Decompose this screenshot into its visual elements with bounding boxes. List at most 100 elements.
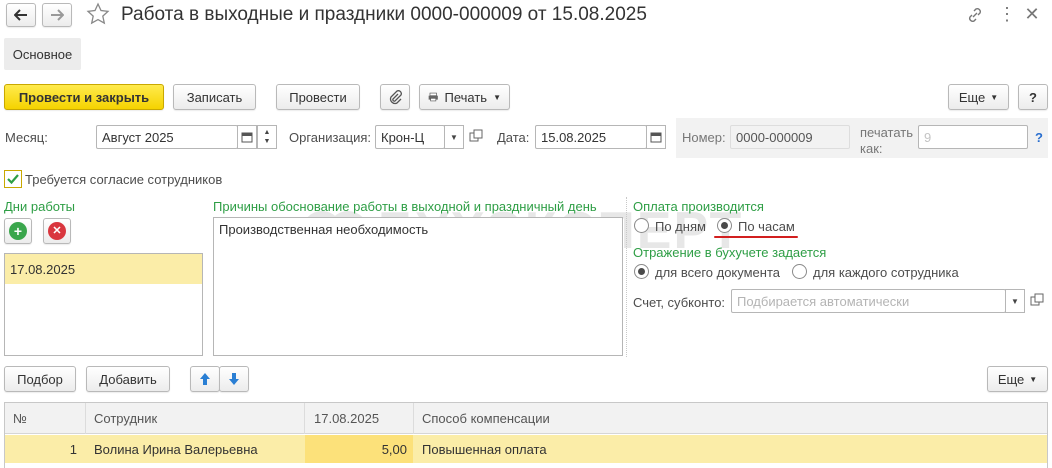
work-days-title: Дни работы [4, 199, 76, 214]
accounting-per-employee-label: для каждого сотрудника [813, 265, 959, 280]
print-as-label-1: печатать [860, 125, 914, 140]
save-button[interactable]: Записать [173, 84, 256, 110]
payment-by-hours-label: По часам [738, 219, 795, 234]
select-button[interactable]: Подбор [4, 366, 76, 392]
accounting-whole-doc-radio[interactable] [634, 264, 649, 279]
help-button[interactable]: ? [1018, 84, 1048, 110]
payment-by-days-label: По дням [655, 219, 706, 234]
organization-field[interactable]: Крон-Ц [375, 125, 445, 149]
chevron-down-icon: ▼ [1029, 374, 1038, 384]
more-menu-icon[interactable]: ⋮ [998, 4, 1016, 24]
attach-button[interactable] [380, 84, 410, 110]
header-compensation[interactable]: Способ компенсации [422, 403, 550, 433]
favorite-star-icon[interactable] [86, 2, 112, 28]
move-down-button[interactable] [219, 366, 249, 392]
arrow-up-icon [200, 373, 210, 385]
back-button[interactable] [6, 3, 36, 27]
vertical-divider [626, 197, 627, 357]
print-button[interactable]: Печать ▼ [419, 84, 510, 110]
calendar-icon [650, 132, 662, 143]
month-label: Месяц: [5, 130, 48, 145]
tab-main-label: Основное [12, 46, 73, 62]
forward-button[interactable] [42, 3, 72, 27]
date-field[interactable]: 15.08.2025 [535, 125, 647, 149]
chevron-down-icon: ▼ [493, 92, 501, 102]
arrow-right-icon [51, 9, 64, 21]
row-hours[interactable]: 5,00 [305, 435, 413, 463]
table-row[interactable]: 1 Волина Ирина Валерьевна 5,00 Повышенна… [5, 435, 1047, 463]
accounting-per-employee-radio[interactable] [792, 264, 807, 279]
open-account-icon[interactable] [1030, 293, 1044, 307]
post-button[interactable]: Провести [276, 84, 360, 110]
delete-icon: ✕ [48, 222, 66, 240]
chevron-down-icon: ▼ [450, 132, 458, 142]
organization-dropdown-button[interactable]: ▼ [444, 125, 464, 149]
month-calendar-button[interactable] [237, 125, 257, 149]
col-divider [85, 403, 86, 434]
month-field[interactable]: Август 2025 [96, 125, 238, 149]
organization-label: Организация: [289, 130, 372, 145]
add-day-button[interactable]: + [4, 218, 32, 244]
post-and-close-button[interactable]: Провести и закрыть [4, 84, 164, 110]
col-divider [304, 403, 305, 434]
open-organization-icon[interactable] [469, 129, 483, 143]
page-title: Работа в выходные и праздники 0000-00000… [121, 4, 647, 25]
reasons-textarea[interactable]: Производственная необходимость [213, 217, 623, 356]
work-days-list[interactable]: 17.08.2025 [4, 253, 203, 356]
payment-title: Оплата производится [633, 199, 764, 214]
tab-main[interactable]: Основное [4, 38, 81, 70]
row-compensation: Повышенная оплата [422, 441, 547, 457]
print-as-label-2: как: [860, 141, 883, 156]
print-as-help[interactable]: ? [1035, 130, 1043, 145]
plus-icon: + [9, 222, 27, 240]
row-employee: Волина Ирина Валерьевна [94, 441, 258, 457]
work-day-value: 17.08.2025 [10, 261, 76, 277]
date-calendar-button[interactable] [646, 125, 666, 149]
row-num: 1 [69, 441, 77, 457]
payment-by-days-radio[interactable] [634, 218, 649, 233]
header-employee[interactable]: Сотрудник [94, 403, 157, 433]
add-button[interactable]: Добавить [86, 366, 170, 392]
consent-label: Требуется согласие сотрудников [25, 172, 223, 187]
red-underline-mark [714, 236, 798, 238]
account-label: Счет, субконто: [633, 295, 726, 310]
payment-by-hours-radio[interactable] [717, 218, 732, 233]
number-field: 0000-000009 [730, 125, 850, 149]
arrow-left-icon [14, 9, 27, 21]
month-stepper[interactable]: ▲ ▼ [257, 125, 277, 149]
consent-checkbox[interactable] [4, 170, 22, 188]
move-up-button[interactable] [190, 366, 220, 392]
account-dropdown-button[interactable]: ▼ [1005, 289, 1025, 313]
reasons-text: Производственная необходимость [219, 222, 429, 237]
arrow-down-icon [229, 373, 239, 385]
col-divider [413, 403, 414, 434]
more-button[interactable]: Еще ▼ [948, 84, 1009, 110]
stepper-down-icon: ▼ [263, 138, 271, 145]
chevron-down-icon: ▼ [990, 92, 999, 102]
print-label: Печать [444, 89, 488, 105]
calendar-icon [241, 132, 253, 143]
accounting-title: Отражение в бухучете задается [633, 245, 827, 260]
table-more-button[interactable]: Еще ▼ [987, 366, 1048, 392]
print-as-field[interactable]: 9 [918, 125, 1028, 149]
printer-icon [428, 92, 438, 102]
table-header: № Сотрудник 17.08.2025 Способ компенсаци… [5, 403, 1047, 434]
header-num[interactable]: № [13, 403, 27, 433]
remove-day-button[interactable]: ✕ [43, 218, 71, 244]
link-icon[interactable] [966, 6, 986, 24]
table-more-label: Еще [997, 371, 1025, 387]
employees-table[interactable]: № Сотрудник 17.08.2025 Способ компенсаци… [4, 402, 1048, 468]
number-label: Номер: [682, 130, 726, 145]
list-item[interactable]: 17.08.2025 [5, 254, 202, 284]
reasons-title: Причины обоснование работы в выходной и … [213, 199, 597, 214]
accounting-whole-doc-label: для всего документа [655, 265, 780, 280]
chevron-down-icon: ▼ [1011, 296, 1019, 306]
account-field[interactable]: Подбирается автоматически [731, 289, 1006, 313]
close-icon[interactable]: ✕ [1022, 4, 1042, 24]
checkmark-icon [7, 174, 19, 185]
header-date[interactable]: 17.08.2025 [314, 403, 379, 433]
more-label: Еще [958, 89, 986, 105]
paperclip-icon [389, 90, 402, 105]
stepper-up-icon: ▲ [263, 129, 271, 136]
date-label: Дата: [497, 130, 530, 145]
